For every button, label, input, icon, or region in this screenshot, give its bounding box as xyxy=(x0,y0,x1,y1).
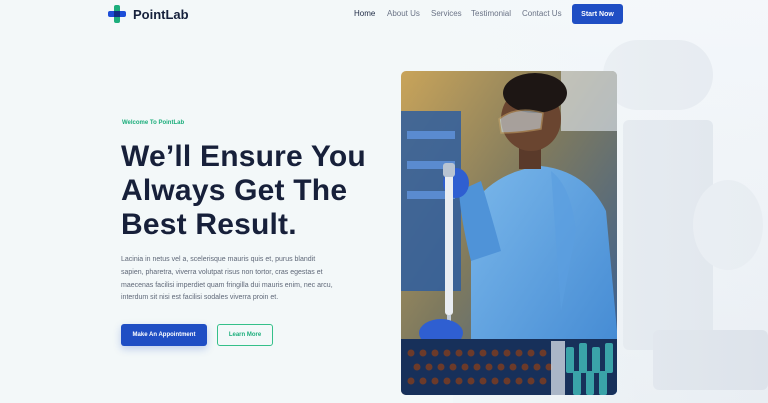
hero-scientist-photo xyxy=(401,71,617,395)
start-now-button[interactable]: Start Now xyxy=(572,4,623,24)
nav-about-us[interactable]: About Us xyxy=(387,9,431,18)
make-appointment-button[interactable]: Make An Appointment xyxy=(121,324,207,346)
headline-line: We’ll Ensure You xyxy=(121,140,366,173)
hero-headline: We’ll Ensure You Always Get The Best Res… xyxy=(121,140,391,242)
main-nav: Home About Us Services Testimonial Conta… xyxy=(354,9,572,18)
nav-testimonial[interactable]: Testimonial xyxy=(471,9,522,18)
headline-line: Always Get The xyxy=(121,174,348,207)
scientist-illustration xyxy=(401,71,617,395)
site-header: PointLab Home About Us Services Testimon… xyxy=(0,0,768,30)
nav-contact-us[interactable]: Contact Us xyxy=(522,9,572,18)
logo[interactable]: PointLab xyxy=(108,5,189,23)
headline-line: Best Result. xyxy=(121,208,297,241)
nav-services[interactable]: Services xyxy=(431,9,471,18)
learn-more-button[interactable]: Learn More xyxy=(217,324,273,346)
hero-description: Lacinia in netus vel a, scelerisque maur… xyxy=(121,254,351,305)
nav-home[interactable]: Home xyxy=(354,9,387,18)
medical-cross-logo-icon xyxy=(108,5,126,23)
brand-name: PointLab xyxy=(133,6,189,22)
description-line: interdum sit nisi est facilisi sodales v… xyxy=(121,294,279,302)
description-line: Lacinia in netus vel a, scelerisque maur… xyxy=(121,256,316,263)
description-line: sapien, pharetra, viverra volutpat risus… xyxy=(121,268,323,276)
description-line: maecenas facilisi imperdiet quam fringil… xyxy=(121,281,333,289)
hero-eyebrow: Welcome To PointLab xyxy=(122,120,185,126)
